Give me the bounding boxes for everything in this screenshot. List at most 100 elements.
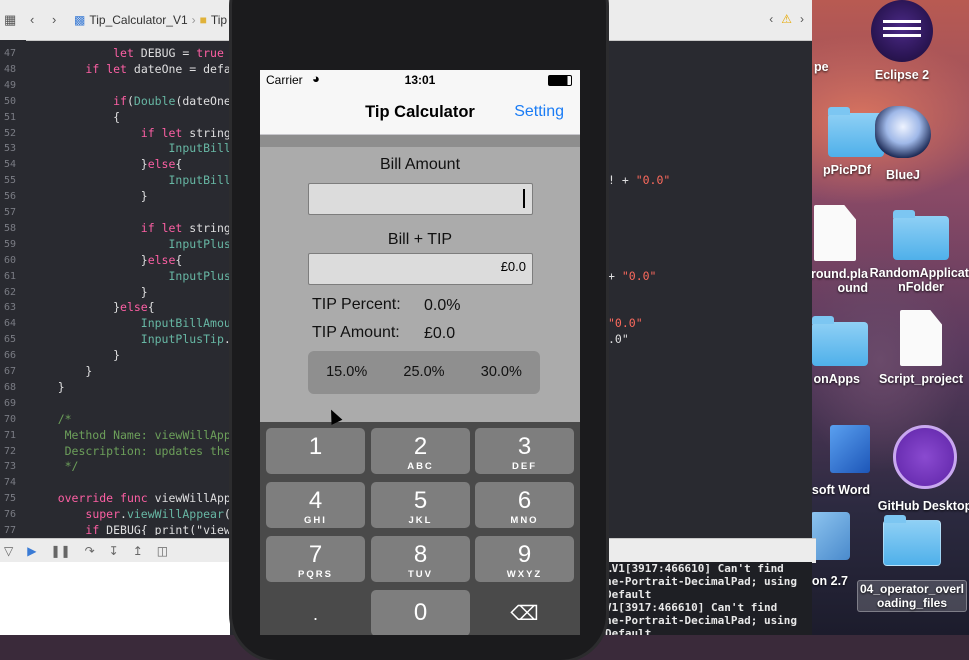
variables-view <box>0 562 230 635</box>
line-number: 48 <box>4 63 17 75</box>
key-9[interactable]: 9 WXYZ <box>475 536 574 582</box>
code-line: /* <box>30 411 72 426</box>
back-arrow-icon[interactable]: ‹ <box>30 12 34 27</box>
setting-button[interactable]: Setting <box>514 103 564 121</box>
key-digit: 1 <box>308 433 323 460</box>
forward-arrow-icon[interactable]: › <box>52 12 56 27</box>
console-line: he-Portrait-DecimalPad; using <box>605 575 798 588</box>
script-file-icon <box>900 310 942 366</box>
breadcrumb-folder[interactable]: Tip <box>211 13 227 27</box>
bill-amount-label: Bill Amount <box>379 156 461 173</box>
key-decimal[interactable]: . <box>266 590 365 635</box>
key-letters: WXYZ <box>506 569 543 580</box>
code-line: }else{ <box>30 300 155 315</box>
code-line: Description: updates the <box>30 443 231 458</box>
key-letters: JKL <box>408 515 433 526</box>
folder-icon <box>883 515 941 566</box>
code-line: if(Double(dateOne. <box>113 93 238 108</box>
code-line: let DEBUG = true <box>113 46 224 60</box>
key-3[interactable]: 3 DEF <box>475 428 574 474</box>
key-digit: . <box>312 604 318 624</box>
key-5[interactable]: 5 JKL <box>371 482 470 528</box>
line-number: 59 <box>4 238 17 250</box>
clock-label: 13:01 <box>404 73 436 87</box>
chevron-left-icon[interactable]: ‹ <box>769 12 773 26</box>
warning-icon[interactable]: ⚠ <box>781 12 792 26</box>
line-number: 62 <box>4 286 17 298</box>
tip-amount-label: TIP Amount: <box>312 324 400 341</box>
folder-icon: ■ <box>199 13 207 27</box>
key-digit: 7 <box>308 541 323 568</box>
line-number: 71 <box>4 429 17 441</box>
header-divider <box>260 135 580 147</box>
line-number: 49 <box>4 79 17 91</box>
hide-debug-area-icon[interactable]: ▽ <box>4 544 13 558</box>
line-number: 74 <box>4 477 17 489</box>
segment-15[interactable]: 15.0% <box>308 351 385 394</box>
segment-25[interactable]: 25.0% <box>385 351 462 394</box>
step-over-icon[interactable]: ↷ <box>85 544 95 558</box>
project-icon: ▩ <box>74 13 86 27</box>
line-number: 67 <box>4 366 17 377</box>
chevron-right-icon[interactable]: › <box>800 12 804 26</box>
key-delete[interactable]: ⌫ <box>475 590 574 635</box>
step-into-icon[interactable]: ↧ <box>109 544 119 558</box>
python-folder-icon <box>810 512 850 560</box>
code-line: super.viewWillAppear(a <box>85 507 238 522</box>
desktop-icon-label: pe <box>814 60 829 74</box>
debug-console: …V1[3917:466610] Can't find he-Portrait-… <box>605 562 812 635</box>
key-digit: 4 <box>308 487 323 514</box>
breadcrumb-project[interactable]: Tip_Calculator_V1 <box>89 13 187 27</box>
bluej-icon <box>875 106 931 158</box>
desktop-icon-script-project[interactable]: Script_project <box>866 310 969 386</box>
desktop-icon-github-desktop[interactable]: GitHub Desktop <box>870 425 969 513</box>
console-line: V1[3917:466610] Can't find <box>605 601 778 614</box>
key-4[interactable]: 4 GHI <box>266 482 365 528</box>
tip-segmented-control: 15.0% 25.0% 30.0% <box>308 351 540 394</box>
desktop-icon-label: on 2.7 <box>811 574 848 588</box>
desktop-icon-bluej[interactable]: BlueJ <box>848 106 958 182</box>
folder-icon <box>893 210 949 260</box>
key-letters: MNO <box>510 515 539 526</box>
key-1[interactable]: 1 <box>266 428 365 474</box>
step-out-icon[interactable]: ↥ <box>133 544 143 558</box>
pause-icon[interactable]: ❚❚ <box>50 544 70 558</box>
desktop-icon-label: BlueJ <box>885 168 921 182</box>
line-number: 47 <box>4 48 17 59</box>
bill-tip-value: £0.0 <box>500 259 526 274</box>
key-6[interactable]: 6 MNO <box>475 482 574 528</box>
key-0[interactable]: 0 <box>371 590 470 635</box>
code-line-fragment: ! + "0.0" <box>608 173 671 188</box>
code-line: InputBill <box>168 173 231 188</box>
related-items-icon[interactable]: ▦ <box>4 12 16 28</box>
code-line: }else{ <box>30 252 183 267</box>
line-number: 50 <box>4 95 17 107</box>
code-line: override func viewWillAppe <box>57 491 238 506</box>
breakpoints-icon[interactable]: ▶ <box>27 544 36 558</box>
folder-icon <box>812 316 868 366</box>
desktop-icon-label: Eclipse 2 <box>874 68 930 82</box>
code-line: InputBill <box>168 141 231 156</box>
line-number: 60 <box>4 254 17 266</box>
key-8[interactable]: 8 TUV <box>371 536 470 582</box>
console-line: Default <box>605 588 652 601</box>
tip-percent-value: 0.0% <box>424 297 461 314</box>
key-7[interactable]: 7 PQRS <box>266 536 365 582</box>
desktop-icon-random-application-folder[interactable]: RandomApplicati nFolder <box>866 210 969 294</box>
bill-tip-field[interactable]: £0.0 <box>308 253 533 285</box>
line-number: 52 <box>4 127 17 139</box>
console-line: …V1[3917:466610] Can't find <box>605 562 784 575</box>
desktop-icon-label: soft Word <box>811 483 870 497</box>
key-letters: DEF <box>512 461 537 472</box>
desktop-icon-label: 04_operator_overl oading_files <box>856 580 968 612</box>
code-line-fragment: "0.0" <box>608 316 643 331</box>
code-line: } <box>30 364 93 378</box>
key-2[interactable]: 2 ABC <box>371 428 470 474</box>
view-debugger-icon[interactable]: ◫ <box>157 544 168 558</box>
bill-amount-input[interactable] <box>308 183 533 215</box>
key-digit: 6 <box>517 487 532 514</box>
line-number: 72 <box>4 445 17 457</box>
desktop-icon-operator-folder[interactable]: 04_operator_overl oading_files <box>856 508 968 612</box>
segment-30[interactable]: 30.0% <box>463 351 540 394</box>
code-line-fragment: .0" <box>608 332 629 347</box>
